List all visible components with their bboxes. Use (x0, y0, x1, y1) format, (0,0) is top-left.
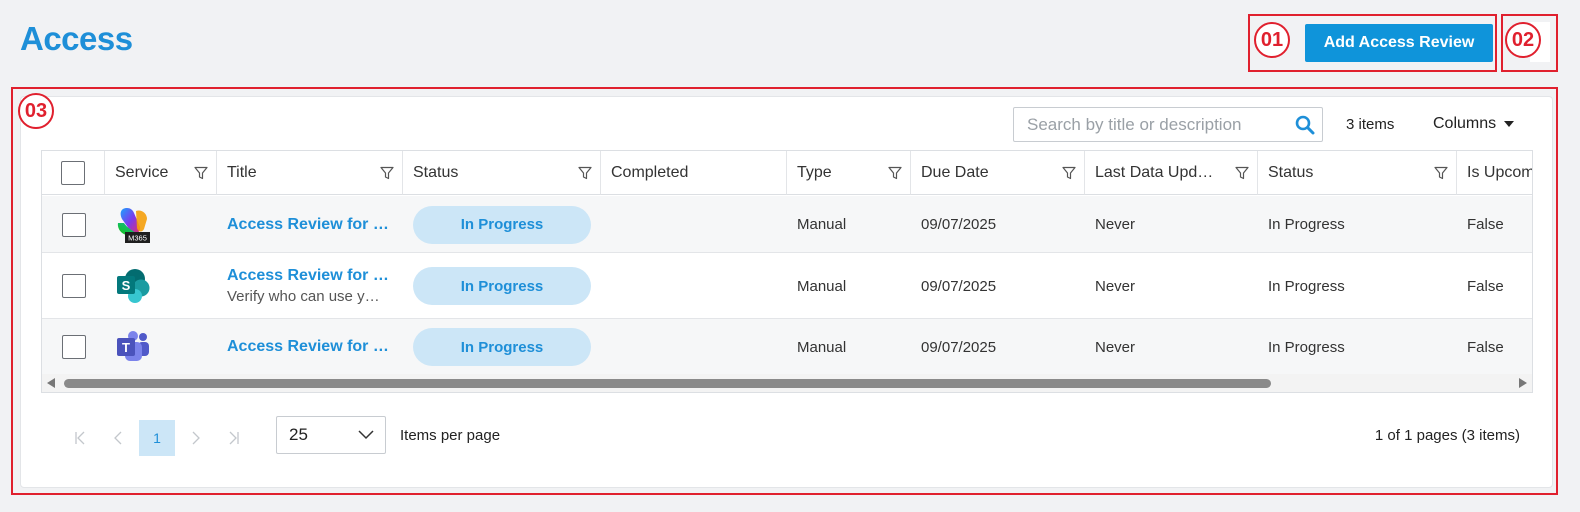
page-size-select[interactable]: 25 (276, 416, 386, 454)
table-row[interactable]: M365 Access Review for … In Progress Man… (42, 196, 1532, 253)
columns-label: Columns (1433, 115, 1497, 132)
access-reviews-card: 3 items Columns Service Title Status Com… (20, 96, 1553, 488)
table-row[interactable]: T Access Review for … In Progress Manual… (42, 319, 1532, 375)
page-title: Access (20, 20, 133, 57)
row-select-cell (42, 319, 105, 375)
search-box (1013, 107, 1323, 142)
column-header-status[interactable]: Status (403, 151, 601, 195)
pagination-controls: 1 (61, 419, 253, 457)
review-title-link[interactable]: Access Review for … (227, 216, 389, 234)
column-header-due-date[interactable]: Due Date (911, 151, 1085, 195)
row-select-cell (42, 196, 105, 253)
filter-icon[interactable] (578, 166, 592, 180)
row-checkbox[interactable] (61, 212, 86, 237)
row-checkbox[interactable] (61, 335, 86, 359)
teams-icon: T (117, 331, 149, 361)
status-cell: In Progress (403, 253, 601, 319)
status-cell: In Progress (403, 196, 601, 253)
chevron-down-icon (358, 430, 374, 440)
table-row[interactable]: S Access Review for … Verify who can use… (42, 253, 1532, 319)
status-2-cell: In Progress (1268, 338, 1345, 356)
completed-cell (601, 253, 787, 319)
status-2-cell: In Progress (1268, 216, 1345, 233)
upcoming-cell: False (1467, 277, 1504, 295)
completed-cell (601, 319, 787, 375)
type-cell: Manual (797, 338, 847, 356)
add-access-review-button[interactable]: Add Access Review (1305, 24, 1493, 62)
filter-icon[interactable] (1062, 166, 1076, 180)
type-cell: Manual (797, 216, 847, 233)
due-date-cell: 09/07/2025 (921, 277, 997, 295)
caret-down-icon (1504, 121, 1515, 127)
last-page-icon[interactable] (215, 419, 253, 457)
search-icon[interactable] (1288, 108, 1322, 141)
filter-icon[interactable] (1235, 166, 1249, 180)
filter-icon[interactable] (380, 166, 394, 180)
items-per-page-label: Items per page (400, 427, 501, 444)
last-update-cell: Never (1095, 338, 1136, 356)
last-update-cell: Never (1095, 216, 1136, 233)
title-cell: Access Review for … (217, 196, 403, 253)
access-reviews-grid: Service Title Status Completed Type Due … (41, 150, 1533, 393)
status-cell: In Progress (403, 319, 601, 375)
upcoming-cell: False (1467, 338, 1504, 356)
page-number-current[interactable]: 1 (139, 420, 175, 456)
column-header-type[interactable]: Type (787, 151, 911, 195)
column-header-title[interactable]: Title (217, 151, 403, 195)
column-header-service[interactable]: Service (105, 151, 217, 195)
m365-icon: M365 (117, 207, 150, 243)
annotation-label-03: 03 (18, 93, 54, 129)
due-date-cell: 09/07/2025 (921, 216, 997, 233)
sharepoint-icon: S (117, 269, 150, 303)
scrollbar-thumb[interactable] (64, 379, 1271, 388)
horizontal-scrollbar[interactable] (42, 374, 1532, 392)
status-badge: In Progress (413, 328, 591, 366)
svg-text:T: T (122, 340, 130, 355)
type-cell: Manual (797, 277, 847, 295)
svg-text:S: S (122, 278, 131, 293)
column-header-completed[interactable]: Completed (601, 151, 787, 195)
columns-menu-button[interactable]: Columns (1433, 115, 1515, 133)
page-info: 1 of 1 pages (3 items) (1374, 427, 1520, 444)
review-description: Verify who can use y… (227, 288, 380, 305)
next-page-icon[interactable] (177, 419, 215, 457)
annotation-label-02: 02 (1505, 22, 1541, 58)
row-checkbox[interactable] (61, 274, 86, 298)
svg-text:M365: M365 (128, 233, 147, 242)
scroll-left-icon[interactable] (47, 378, 55, 388)
due-date-cell: 09/07/2025 (921, 338, 997, 356)
review-title-link[interactable]: Access Review for … (227, 267, 389, 285)
status-badge: In Progress (413, 205, 591, 244)
service-cell: T (105, 319, 217, 375)
completed-cell (601, 196, 787, 253)
filter-icon[interactable] (888, 166, 902, 180)
service-cell: M365 (105, 196, 217, 253)
filter-icon[interactable] (1434, 166, 1448, 180)
upcoming-cell: False (1467, 216, 1504, 233)
page-size-value: 25 (289, 425, 308, 444)
row-select-cell (42, 253, 105, 319)
review-title-link[interactable]: Access Review for … (227, 338, 389, 356)
header-select-all-cell (42, 151, 105, 195)
item-count: 3 items (1346, 116, 1395, 133)
service-cell: S (105, 253, 217, 319)
filter-icon[interactable] (194, 166, 208, 180)
title-cell: Access Review for … Verify who can use y… (217, 253, 403, 319)
search-input[interactable] (1014, 108, 1288, 141)
status-2-cell: In Progress (1268, 277, 1345, 295)
previous-page-icon[interactable] (99, 419, 137, 457)
select-all-checkbox[interactable] (61, 160, 85, 185)
title-cell: Access Review for … (217, 319, 403, 375)
column-header-last-data-update[interactable]: Last Data Upd… (1085, 151, 1258, 195)
column-header-status-2[interactable]: Status (1258, 151, 1457, 195)
status-badge: In Progress (413, 267, 591, 305)
last-update-cell: Never (1095, 277, 1136, 295)
column-header-is-upcoming[interactable]: Is Upcom (1457, 151, 1532, 195)
first-page-icon[interactable] (61, 419, 99, 457)
scroll-right-icon[interactable] (1519, 378, 1527, 388)
annotation-label-01: 01 (1254, 22, 1290, 58)
